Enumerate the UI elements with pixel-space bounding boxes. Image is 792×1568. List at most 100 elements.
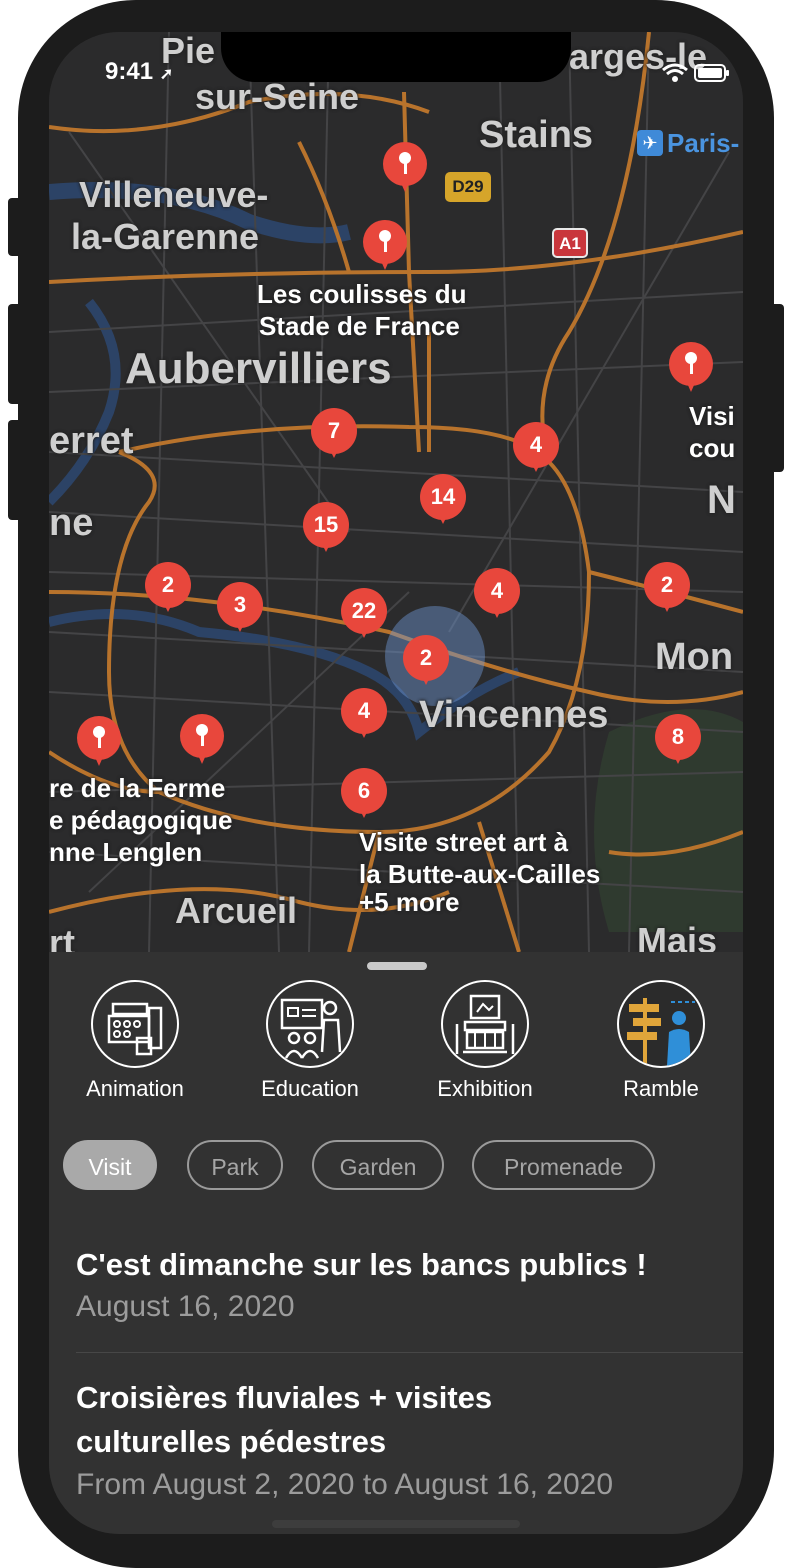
pin-tail: [683, 374, 699, 392]
poi-label: Visite street art à la Butte-aux-Cailles…: [359, 826, 601, 917]
pin-tail: [377, 252, 393, 270]
place-label: Aubervilliers: [125, 344, 392, 393]
place-label: ne: [49, 502, 94, 544]
pin-stem: [690, 362, 693, 374]
airport-icon: ✈: [637, 130, 663, 156]
cluster-count: 2: [660, 572, 674, 597]
exhibition-icon: [441, 980, 529, 1068]
map-pin-marker[interactable]: [383, 142, 427, 202]
category-label: Ramble: [623, 1076, 699, 1101]
poi-label: Les coulisses du Stade de France: [257, 278, 467, 342]
cluster-marker[interactable]: 14: [420, 474, 466, 532]
status-icons: [661, 62, 731, 89]
education-icon: [266, 980, 354, 1068]
cluster-count: 6: [357, 778, 371, 803]
map-pin-marker[interactable]: [669, 342, 713, 402]
bottom-sheet: Animation Education Exhibition Ramble Vi…: [49, 952, 743, 1534]
cluster-count: 8: [671, 724, 685, 749]
poi-label-line: cou: [689, 433, 736, 463]
status-time-text: 9:41: [105, 58, 154, 85]
cluster-count: 2: [419, 645, 433, 670]
status-time: 9:41 ➚: [105, 58, 173, 86]
filter-chip-park[interactable]: Park: [187, 1140, 283, 1190]
poi-label-line: la Butte-aux-Cailles: [359, 859, 601, 889]
cluster-count: 2: [161, 572, 175, 597]
place-label: sur-Seine: [195, 76, 360, 117]
ramble-icon: [617, 980, 705, 1068]
cluster-marker[interactable]: 2: [145, 562, 191, 620]
category-exhibition[interactable]: Exhibition: [410, 980, 560, 1102]
cluster-marker[interactable]: 3: [217, 582, 263, 640]
pin-tail: [194, 746, 210, 764]
place-label: N: [707, 478, 736, 522]
cluster-count: 4: [529, 432, 543, 457]
cluster-count: 7: [327, 418, 341, 443]
poi-label-line: Stade de France: [259, 311, 460, 341]
pin-stem: [384, 240, 387, 252]
category-ramble[interactable]: Ramble: [586, 980, 736, 1102]
cluster-marker[interactable]: 8: [655, 714, 701, 772]
pin-stem: [201, 734, 204, 746]
cluster-count: 3: [233, 592, 247, 617]
home-indicator: [272, 1520, 520, 1528]
map-view[interactable]: Pie sur-Seine Stains arges-le Villeneuve…: [49, 32, 743, 963]
category-animation[interactable]: Animation: [60, 980, 210, 1102]
category-label: Animation: [86, 1076, 184, 1101]
road-shield-d29: D29: [445, 172, 491, 202]
filter-chip-visit[interactable]: Visit: [63, 1140, 157, 1190]
volume-up-button: [8, 304, 22, 404]
place-label: Vincennes: [419, 694, 609, 736]
animation-icon: [91, 980, 179, 1068]
list-divider: [76, 1352, 743, 1353]
category-label: Exhibition: [437, 1076, 533, 1101]
cluster-marker[interactable]: 2: [403, 635, 449, 693]
poi-label-line: nne Lenglen: [49, 837, 203, 867]
cluster-marker[interactable]: 4: [474, 568, 520, 626]
pin-stem: [98, 736, 101, 748]
cluster-marker[interactable]: 15: [303, 502, 349, 560]
cluster-count: 14: [430, 484, 456, 509]
map-pin-marker[interactable]: [77, 716, 121, 776]
screen: Pie sur-Seine Stains arges-le Villeneuve…: [49, 32, 743, 1534]
event-title: C'est dimanche sur les bancs publics !: [76, 1247, 647, 1282]
poi-label: re de la Ferme e pédagogique nne Lenglen: [49, 772, 232, 868]
place-label: Mon: [655, 636, 734, 678]
cluster-count: 4: [357, 698, 371, 723]
airport-label: Paris-: [667, 128, 740, 158]
power-button: [770, 304, 784, 472]
poi-label-more: +5 more: [359, 887, 460, 917]
category-label: Education: [261, 1076, 359, 1101]
cluster-marker[interactable]: 22: [341, 588, 387, 646]
place-label: erret: [49, 420, 134, 462]
poi-label-line: Visi: [689, 401, 735, 431]
poi-label-line: Les coulisses du: [257, 279, 467, 309]
cluster-marker[interactable]: 4: [513, 422, 559, 480]
poi-label-line: re de la Ferme: [49, 773, 226, 803]
place-label: Arcueil: [175, 890, 298, 931]
pin-tail: [91, 748, 107, 766]
place-label: Villeneuve-: [79, 174, 269, 215]
cluster-marker[interactable]: 6: [341, 768, 387, 826]
sheet-grabber[interactable]: [367, 962, 427, 970]
cluster-count: 22: [351, 598, 377, 623]
event-date: From August 2, 2020 to August 16, 2020: [76, 1468, 614, 1501]
road-shield-a1: A1: [552, 228, 588, 258]
category-education[interactable]: Education: [235, 980, 385, 1102]
poi-label-line: Visite street art à: [359, 827, 569, 857]
place-label: Stains: [479, 114, 594, 156]
map-pin-marker[interactable]: [363, 220, 407, 280]
cluster-marker[interactable]: 2: [644, 562, 690, 620]
wifi-battery-icon: [662, 63, 729, 82]
location-arrow-icon: ➚: [159, 66, 174, 83]
cluster-count: 15: [313, 512, 339, 537]
poi-label-line: e pédagogique: [49, 805, 233, 835]
cluster-marker[interactable]: 4: [341, 688, 387, 746]
filter-chip-promenade[interactable]: Promenade: [472, 1140, 655, 1190]
pin-tail: [397, 174, 413, 192]
poi-label: Visi cou: [689, 400, 735, 464]
cluster-marker[interactable]: 7: [311, 408, 357, 466]
mute-switch: [8, 198, 22, 256]
map-pin-marker[interactable]: [180, 714, 224, 774]
pin-stem: [404, 162, 407, 174]
filter-chip-garden[interactable]: Garden: [312, 1140, 444, 1190]
